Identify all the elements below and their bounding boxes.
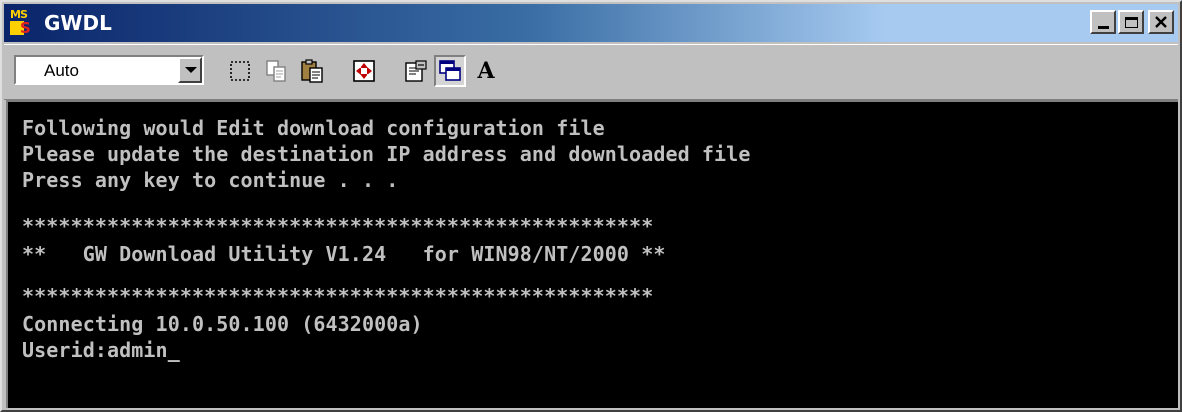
paste-button[interactable] [296,55,328,87]
font-icon: A [477,58,495,84]
fullscreen-icon [353,60,375,82]
dos-window: MS S GWDL Auto A Following would Edit do… [0,0,1182,412]
console-line: ****************************************… [22,284,654,308]
console-line: ****************************************… [22,214,654,238]
toolbar: Auto A [4,44,1178,100]
console-line: ** GW Download Utility V1.24 for WIN98/N… [22,242,666,266]
background-button[interactable] [434,55,466,87]
console-line: Connecting 10.0.50.100 (6432000a) [22,312,423,336]
minimize-button[interactable] [1090,10,1116,34]
mark-button[interactable] [224,55,256,87]
font-size-select[interactable]: Auto [14,55,204,85]
window-title: GWDL [44,11,112,35]
paste-icon [301,59,323,83]
ms-dos-icon[interactable]: MS S [10,8,38,37]
console-line: Press any key to continue . . . [22,168,399,192]
console-output[interactable]: Following would Edit download configurat… [6,100,1178,408]
chevron-down-icon[interactable] [178,57,202,83]
maximize-icon [1124,16,1138,28]
close-icon [1155,16,1167,28]
copy-icon [266,60,286,82]
minimize-icon [1097,25,1109,29]
copy-button[interactable] [260,55,292,87]
properties-button[interactable] [400,55,432,87]
properties-icon [405,60,427,82]
console-line: Please update the destination IP address… [22,142,751,166]
font-button[interactable]: A [470,55,502,87]
maximize-button[interactable] [1118,10,1144,34]
font-size-value: Auto [44,61,79,80]
background-icon [439,60,461,81]
close-button[interactable] [1148,10,1174,34]
window-controls [1090,10,1174,34]
title-bar[interactable]: MS S GWDL [4,4,1178,42]
mark-icon [230,61,250,81]
console-line: Userid:admin_ [22,338,180,362]
fullscreen-button[interactable] [348,55,380,87]
console-line: Following would Edit download configurat… [22,116,605,140]
